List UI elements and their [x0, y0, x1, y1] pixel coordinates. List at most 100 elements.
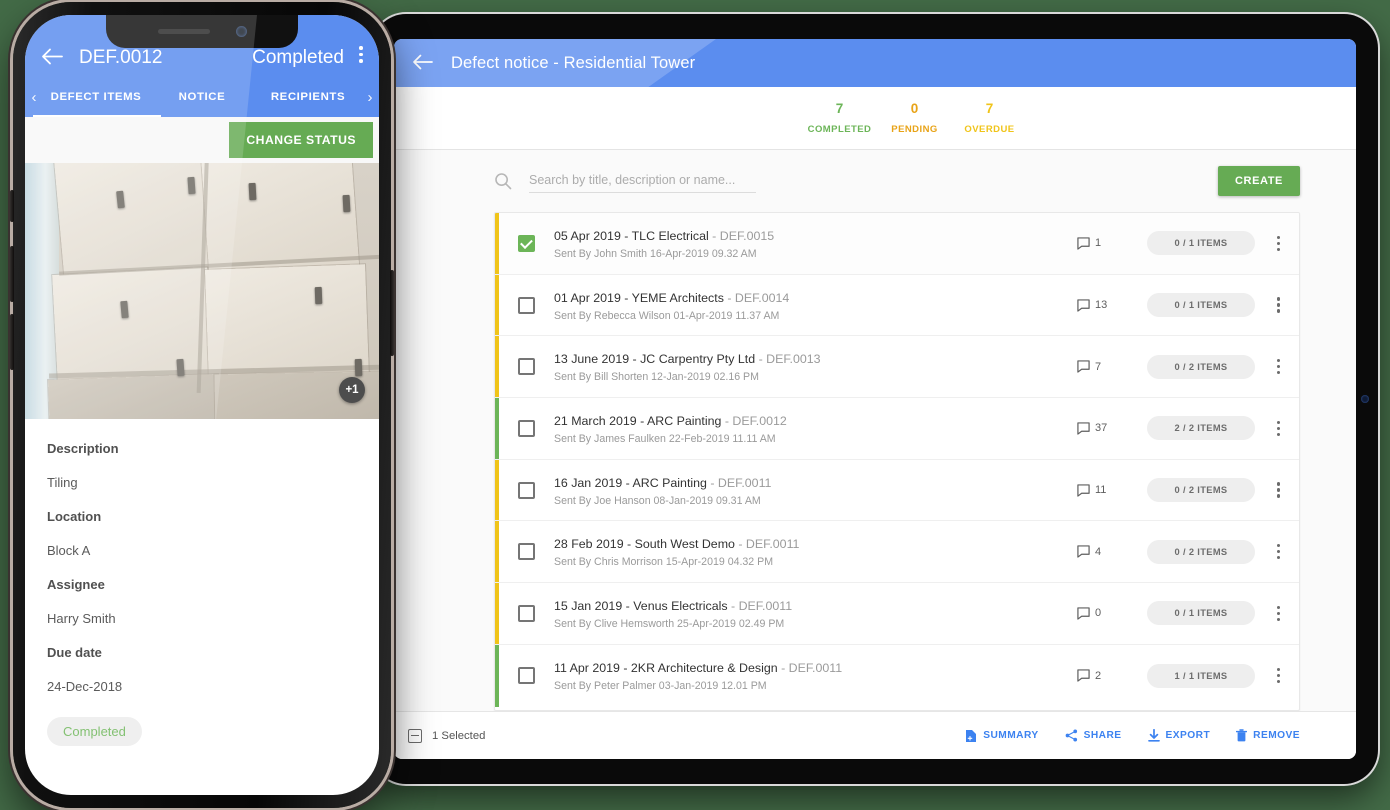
kebab-menu-icon[interactable] — [359, 43, 363, 69]
row-reference: - DEF.0012 — [721, 413, 787, 428]
stats-strip: 7 COMPLETED 0 PENDING 7 OVERDUE — [394, 87, 1356, 150]
detail-value-due-date: 24-Dec-2018 — [47, 679, 123, 694]
row-status-bar — [495, 521, 499, 583]
arrow-left-icon[interactable] — [41, 48, 63, 69]
row-status-bar — [495, 644, 499, 707]
table-row[interactable]: 15 Jan 2019 - Venus Electricals - DEF.00… — [495, 583, 1299, 645]
items-badge[interactable]: 0 / 1 ITEMS — [1147, 231, 1255, 256]
comment-count[interactable]: 7 — [1077, 360, 1135, 373]
items-badge[interactable]: 0 / 2 ITEMS — [1147, 354, 1255, 379]
items-badge[interactable]: 0 / 2 ITEMS — [1147, 539, 1255, 564]
tab-recipients[interactable]: RECIPIENTS — [255, 91, 361, 103]
table-row[interactable]: 28 Feb 2019 - South West Demo - DEF.0011… — [495, 521, 1299, 584]
row-checkbox[interactable] — [518, 667, 535, 685]
row-checkbox[interactable] — [518, 604, 535, 622]
row-menu-icon[interactable] — [1277, 233, 1281, 254]
table-row[interactable]: 21 March 2019 - ARC Painting - DEF.0012 … — [495, 398, 1299, 460]
photo-tile-field — [25, 163, 379, 419]
table-row[interactable]: 13 June 2019 - JC Carpentry Pty Ltd - DE… — [495, 336, 1299, 399]
comment-count[interactable]: 11 — [1077, 483, 1135, 497]
comment-count-value: 7 — [1095, 360, 1102, 373]
stat-completed-label: COMPLETED — [807, 124, 872, 136]
comment-icon — [1077, 669, 1090, 682]
summary-button[interactable]: SUMMARY — [965, 729, 1038, 743]
comment-count[interactable]: 37 — [1077, 422, 1135, 435]
items-badge[interactable]: 0 / 1 ITEMS — [1147, 601, 1255, 626]
arrow-left-icon[interactable] — [412, 52, 433, 74]
defect-photo[interactable]: +1 — [25, 163, 379, 419]
row-menu-icon[interactable] — [1277, 480, 1281, 501]
row-subtitle: Sent By Clive Hemsworth 25-Apr-2019 02.4… — [554, 617, 785, 630]
table-row[interactable]: 11 Apr 2019 - 2KR Architecture & Design … — [495, 644, 1299, 707]
items-badge[interactable]: 1 / 1 ITEMS — [1147, 663, 1255, 688]
tab-defect-items[interactable]: DEFECT ITEMS — [43, 91, 149, 103]
row-menu-icon[interactable] — [1277, 603, 1281, 624]
row-menu-icon[interactable] — [1277, 356, 1281, 377]
stat-overdue-label: OVERDUE — [964, 124, 1015, 136]
phone-volume-up-button[interactable] — [10, 246, 14, 302]
comment-count[interactable]: 13 — [1077, 298, 1135, 312]
items-badge[interactable]: 0 / 2 ITEMS — [1147, 478, 1255, 503]
row-menu-icon[interactable] — [1277, 295, 1281, 316]
row-subtitle: Sent By Joe Hanson 08-Jan-2019 09.31 AM — [554, 494, 761, 507]
row-menu-icon[interactable] — [1277, 418, 1281, 439]
row-title: 11 Apr 2019 - 2KR Architecture & Design … — [554, 661, 843, 676]
trash-icon — [1236, 729, 1248, 742]
stat-overdue[interactable]: 7 OVERDUE — [952, 101, 1027, 136]
row-texts: 16 Jan 2019 - ARC Painting - DEF.0011 Se… — [554, 474, 1077, 507]
row-reference: - DEF.0013 — [755, 352, 821, 367]
row-checkbox[interactable] — [518, 419, 535, 437]
table-row[interactable]: 05 Apr 2019 - TLC Electrical - DEF.0015 … — [495, 213, 1299, 275]
create-button[interactable]: CREATE — [1217, 166, 1300, 196]
summary-document-icon — [966, 729, 977, 742]
items-badge[interactable]: 2 / 2 ITEMS — [1147, 416, 1255, 441]
row-texts: 01 Apr 2019 - YEME Architects - DEF.0014… — [554, 289, 1077, 322]
stat-completed-value: 7 — [835, 100, 844, 116]
row-checkbox[interactable] — [518, 481, 535, 499]
select-all-checkbox[interactable] — [408, 728, 422, 743]
change-status-button[interactable]: CHANGE STATUS — [229, 122, 373, 158]
row-title: 13 June 2019 - JC Carpentry Pty Ltd - DE… — [554, 352, 821, 367]
phone-volume-down-button[interactable] — [10, 314, 14, 370]
comment-count[interactable]: 2 — [1077, 669, 1135, 682]
stat-completed[interactable]: 7 COMPLETED — [802, 101, 877, 136]
selection-count: 1 Selected — [408, 728, 486, 743]
row-checkbox[interactable] — [518, 296, 535, 314]
table-row[interactable]: 01 Apr 2019 - YEME Architects - DEF.0014… — [495, 274, 1299, 337]
comment-count[interactable]: 1 — [1077, 237, 1135, 250]
search-input[interactable] — [529, 169, 756, 193]
phone-notch — [106, 15, 298, 48]
stat-pending-label: PENDING — [891, 124, 938, 136]
download-icon — [1147, 729, 1160, 742]
row-texts: 13 June 2019 - JC Carpentry Pty Ltd - DE… — [554, 350, 1077, 383]
defect-list-card: 05 Apr 2019 - TLC Electrical - DEF.0015 … — [494, 212, 1300, 711]
row-menu-icon[interactable] — [1277, 665, 1281, 686]
export-button[interactable]: EXPORT — [1147, 729, 1211, 742]
row-reference: - DEF.0011 — [734, 537, 800, 552]
row-checkbox[interactable] — [518, 234, 535, 252]
tablet-camera-icon — [1361, 395, 1369, 403]
items-badge[interactable]: 0 / 1 ITEMS — [1147, 293, 1255, 318]
share-button[interactable]: SHARE — [1065, 729, 1122, 742]
comment-count-value: 0 — [1095, 607, 1102, 620]
remove-button[interactable]: REMOVE — [1236, 729, 1300, 742]
chevron-right-icon[interactable]: › — [361, 89, 379, 106]
comment-icon — [1077, 607, 1090, 620]
tab-notice[interactable]: NOTICE — [149, 91, 255, 103]
chevron-left-icon[interactable]: ‹ — [25, 89, 43, 106]
defect-list-container: 05 Apr 2019 - TLC Electrical - DEF.0015 … — [394, 212, 1356, 711]
row-menu-icon[interactable] — [1277, 542, 1281, 563]
selection-count-label: 1 Selected — [432, 729, 486, 742]
table-row[interactable]: 16 Jan 2019 - ARC Painting - DEF.0011 Se… — [495, 459, 1299, 522]
phone-speaker-icon — [157, 29, 210, 34]
more-photos-badge[interactable]: +1 — [339, 377, 365, 403]
phone-mute-button[interactable] — [10, 190, 14, 222]
comment-count-value: 13 — [1095, 299, 1108, 312]
row-title: 28 Feb 2019 - South West Demo - DEF.0011 — [554, 537, 800, 552]
row-checkbox[interactable] — [518, 543, 535, 561]
comment-count[interactable]: 0 — [1077, 607, 1135, 620]
comment-count[interactable]: 4 — [1077, 545, 1135, 558]
row-checkbox[interactable] — [518, 358, 535, 376]
phone-power-button[interactable] — [390, 270, 394, 356]
stat-pending[interactable]: 0 PENDING — [877, 101, 952, 136]
